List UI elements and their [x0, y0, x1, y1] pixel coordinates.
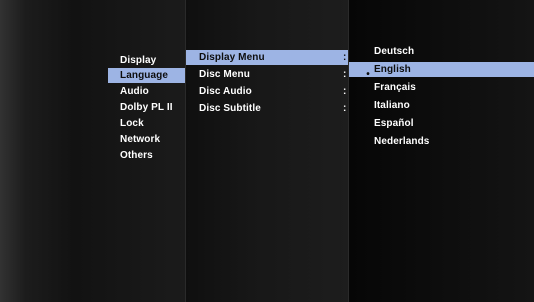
- settings-screen: Display Language Audio Dolby PL II Lock …: [0, 0, 534, 302]
- option-item-francais[interactable]: Français: [374, 79, 416, 96]
- option-item-deutsch[interactable]: Deutsch: [374, 43, 414, 60]
- submenu-item-disc-subtitle[interactable]: Disc Subtitle: [199, 100, 261, 117]
- option-item-nederlands[interactable]: Nederlands: [374, 133, 429, 150]
- option-item-italiano[interactable]: Italiano: [374, 97, 410, 114]
- category-item-language[interactable]: Language: [120, 67, 168, 84]
- category-item-others[interactable]: Others: [120, 147, 153, 164]
- column-divider: [185, 0, 186, 302]
- submenu-item-display-menu[interactable]: Display Menu: [199, 49, 265, 66]
- category-item-dolby-pl-ii[interactable]: Dolby PL II: [120, 99, 173, 116]
- option-item-english[interactable]: English: [374, 61, 411, 78]
- submenu-item-disc-audio[interactable]: Disc Audio: [199, 83, 252, 100]
- column-divider: [348, 0, 349, 302]
- category-column: [0, 0, 185, 302]
- category-item-lock[interactable]: Lock: [120, 115, 144, 132]
- submenu-separator: :: [343, 86, 347, 97]
- submenu-column: [185, 0, 348, 302]
- category-item-network[interactable]: Network: [120, 131, 160, 148]
- option-item-espanol[interactable]: Español: [374, 115, 414, 132]
- category-item-audio[interactable]: Audio: [120, 83, 149, 100]
- submenu-item-disc-menu[interactable]: Disc Menu: [199, 66, 250, 83]
- submenu-separator: :: [343, 52, 347, 63]
- submenu-separator: :: [343, 69, 347, 80]
- bullet-dot-icon: •: [366, 69, 370, 80]
- submenu-separator: :: [343, 103, 347, 114]
